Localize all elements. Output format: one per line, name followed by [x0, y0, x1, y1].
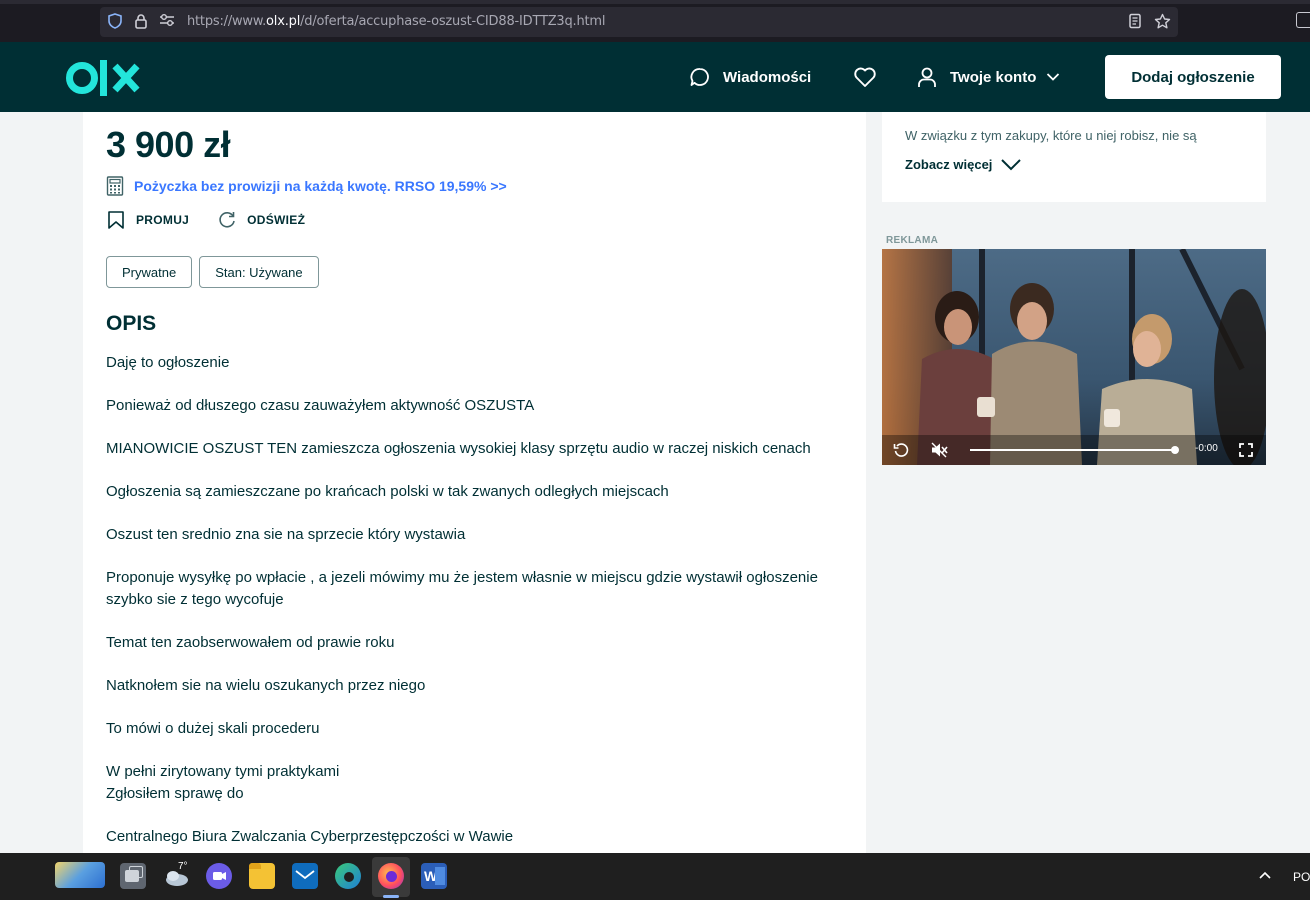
- listing-tags: Prywatne Stan: Używane: [106, 256, 319, 288]
- refresh-button[interactable]: ODŚWIEŻ: [217, 210, 305, 230]
- reader-view-icon[interactable]: [1126, 13, 1144, 31]
- extension-icon[interactable]: [1296, 12, 1310, 28]
- description-paragraph: Natknołem sie na wielu oszukanych przez …: [106, 677, 426, 694]
- tag-seller-type: Prywatne: [106, 256, 193, 288]
- chevron-up-icon[interactable]: [1259, 871, 1271, 879]
- weather-temp: 7°: [178, 861, 188, 872]
- mail-icon[interactable]: [292, 863, 318, 889]
- listing-actions: PROMUJ ODŚWIEŻ: [106, 210, 333, 230]
- calculator-icon: [106, 176, 124, 196]
- account-label: Twoje konto: [950, 68, 1037, 86]
- favorites-link[interactable]: [853, 64, 889, 90]
- messages-label: Wiadomości: [723, 68, 812, 86]
- fullscreen-icon[interactable]: [1239, 443, 1253, 457]
- lock-icon[interactable]: [132, 13, 150, 31]
- description-title: OPIS: [106, 312, 157, 335]
- address-bar[interactable]: https://www.olx.pl/d/oferta/accuphase-os…: [100, 7, 1178, 37]
- olx-logo[interactable]: [66, 58, 142, 98]
- listing-card: 3 900 zł Pożyczka bez prowizji na każdą …: [83, 112, 866, 854]
- see-more-button[interactable]: Zobacz więcej: [905, 157, 1022, 172]
- description-paragraph: MIANOWICIE OSZUST TEN zamieszcza ogłosze…: [106, 440, 811, 457]
- description-body: Daję to ogłoszenie Ponieważ od dłuszego …: [106, 352, 836, 854]
- tab-strip-edge: [0, 0, 1310, 4]
- description-paragraph: Temat ten zaobserwowałem od prawie roku: [106, 634, 395, 651]
- firefox-active-indicator: [383, 895, 399, 898]
- mute-icon[interactable]: [931, 442, 949, 458]
- firefox-icon[interactable]: [378, 863, 404, 889]
- description-paragraph: Daję to ogłoszenie: [106, 354, 230, 371]
- description-paragraph: Ponieważ od dłuszego czasu zauważyłem ak…: [106, 397, 535, 414]
- promote-label: PROMUJ: [136, 213, 190, 227]
- refresh-label: ODŚWIEŻ: [247, 213, 306, 227]
- task-view-icon[interactable]: [120, 863, 146, 889]
- bookmark-star-icon[interactable]: [1153, 13, 1171, 31]
- seller-info-card: W związku z tym zakupy, które u niej rob…: [882, 112, 1266, 202]
- bookmark-icon: [108, 211, 124, 229]
- heart-icon: [854, 67, 876, 87]
- language-indicator[interactable]: PO: [1293, 870, 1310, 884]
- loan-offer-text: Pożyczka bez prowizji na każdą kwotę. RR…: [134, 178, 507, 194]
- tag-condition: Stan: Używane: [199, 256, 319, 288]
- description-paragraph: Proponuje wysyłkę po wpłacie , a jezeli …: [106, 569, 818, 608]
- description-paragraph: Oszust ten srednio zna sie na sprzecie k…: [106, 526, 466, 543]
- shield-icon[interactable]: [106, 13, 124, 31]
- os-taskbar: 7° W PO: [0, 853, 1310, 900]
- user-icon: [918, 67, 936, 87]
- listing-price: 3 900 zł: [106, 124, 231, 165]
- chat-icon: [690, 68, 709, 86]
- replay-icon[interactable]: [893, 442, 909, 458]
- widgets-icon[interactable]: [55, 862, 105, 888]
- ad-video-player[interactable]: -0:00: [882, 249, 1266, 465]
- chevron-down-icon: [1047, 73, 1060, 81]
- description-paragraph: To mówi o dużej skali procederu: [106, 720, 320, 737]
- file-explorer-icon[interactable]: [249, 863, 275, 889]
- edge-browser-icon[interactable]: [335, 863, 361, 889]
- add-listing-button[interactable]: Dodaj ogłoszenie: [1105, 55, 1281, 99]
- description-paragraph: Ogłoszenia są zamieszczane po krańcach p…: [106, 483, 669, 500]
- browser-toolbar: https://www.olx.pl/d/oferta/accuphase-os…: [0, 0, 1310, 42]
- description-paragraph: W pełni zirytowany tymi praktykami Zgłos…: [106, 763, 340, 802]
- video-time: -0:00: [1195, 443, 1218, 454]
- promote-button[interactable]: PROMUJ: [106, 210, 189, 230]
- weather-icon[interactable]: 7°: [162, 861, 190, 889]
- word-icon[interactable]: W: [421, 863, 447, 889]
- video-controls: -0:00: [882, 435, 1266, 465]
- ad-label: REKLAMA: [886, 235, 939, 246]
- description-paragraph: Centralnego Biura Zwalczania Cyberprzest…: [106, 828, 514, 845]
- teams-chat-icon[interactable]: [206, 863, 232, 889]
- refresh-icon: [219, 212, 235, 228]
- video-progress-track[interactable]: [970, 449, 1175, 451]
- messages-link[interactable]: Wiadomości: [689, 64, 811, 90]
- site-header: Wiadomości Twoje konto Dodaj ogłoszenie: [0, 42, 1310, 112]
- permissions-icon[interactable]: [158, 13, 176, 31]
- chevron-down-icon: [1001, 158, 1022, 170]
- video-frame-image: [882, 249, 1266, 465]
- loan-offer-link[interactable]: Pożyczka bez prowizji na każdą kwotę. RR…: [106, 176, 507, 196]
- url-text[interactable]: https://www.olx.pl/d/oferta/accuphase-os…: [187, 14, 605, 29]
- see-more-label: Zobacz więcej: [905, 157, 993, 172]
- seller-info-text: W związku z tym zakupy, które u niej rob…: [905, 128, 1197, 143]
- video-progress-handle[interactable]: [1171, 446, 1179, 454]
- account-menu[interactable]: Twoje konto: [916, 64, 1060, 90]
